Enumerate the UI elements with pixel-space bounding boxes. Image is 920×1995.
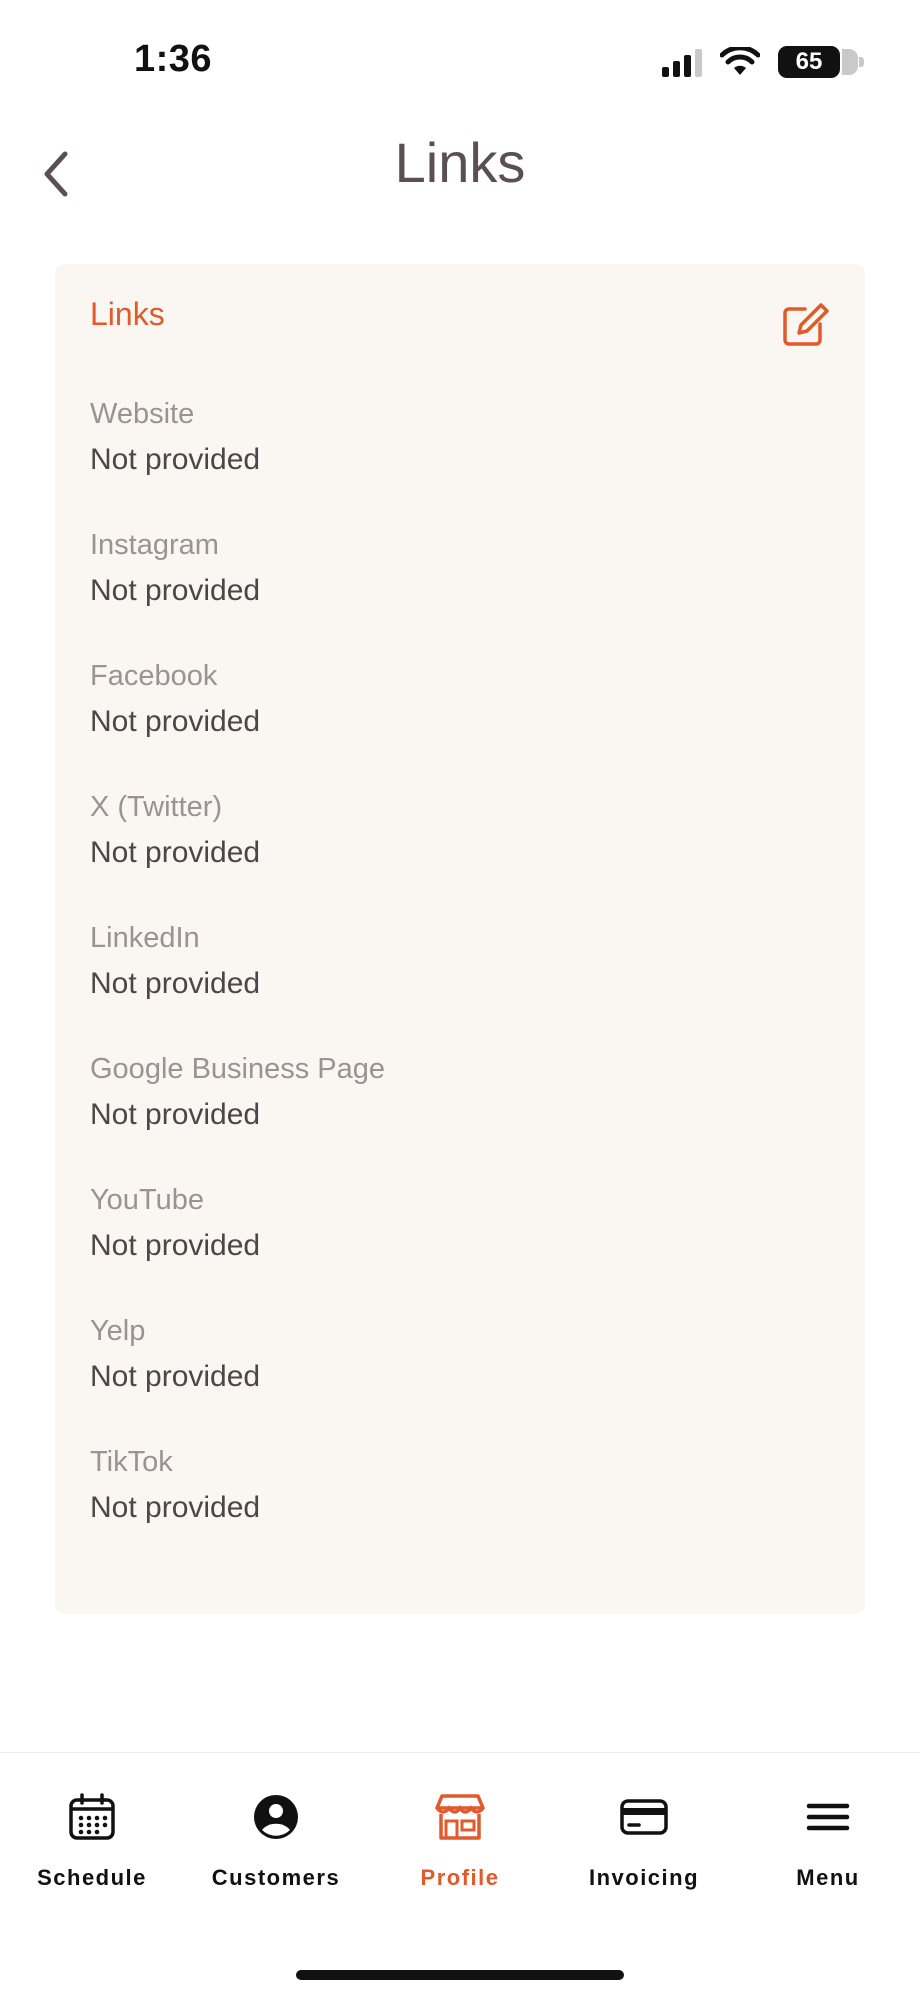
- link-item-yelp: Yelp Not provided: [90, 1313, 260, 1397]
- link-label: Yelp: [90, 1315, 146, 1347]
- tab-label: Menu: [796, 1865, 860, 1890]
- storefront-icon: [435, 1794, 485, 1840]
- link-item-youtube: YouTube Not provided: [90, 1182, 260, 1266]
- link-item-facebook: Facebook Not provided: [90, 658, 260, 742]
- tab-invoicing[interactable]: Invoicing: [552, 1789, 736, 1899]
- link-value: Not provided: [90, 1360, 261, 1393]
- link-item-linkedin: LinkedIn Not provided: [90, 920, 260, 1004]
- link-label: LinkedIn: [90, 922, 200, 954]
- tab-label: Customers: [211, 1865, 341, 1890]
- link-item-x-twitter: X (Twitter) Not provided: [90, 789, 260, 873]
- link-label: Instagram: [90, 529, 219, 561]
- credit-card-icon: [620, 1799, 668, 1835]
- tab-customers[interactable]: Customers: [184, 1789, 368, 1899]
- link-value: Not provided: [90, 1098, 261, 1131]
- link-item-tiktok: TikTok Not provided: [90, 1444, 260, 1528]
- link-label: Google Business Page: [90, 1053, 386, 1085]
- wifi-icon: [720, 47, 760, 75]
- link-value: Not provided: [90, 443, 261, 476]
- battery-level: 65: [795, 48, 823, 75]
- user-circle-icon: [254, 1795, 298, 1839]
- cellular-signal-icon: [662, 47, 702, 77]
- tab-label: Invoicing: [588, 1865, 700, 1890]
- links-card: Links Website Not provided Instagram Not…: [55, 264, 865, 1614]
- status-time: 1:36: [134, 38, 213, 80]
- tab-menu[interactable]: Menu: [736, 1789, 920, 1899]
- link-label: Facebook: [90, 660, 218, 692]
- link-value: Not provided: [90, 836, 261, 869]
- link-label: X (Twitter): [90, 791, 223, 823]
- link-value: Not provided: [90, 967, 261, 1000]
- tab-schedule[interactable]: Schedule: [0, 1789, 184, 1899]
- link-value: Not provided: [90, 574, 261, 607]
- link-item-website: Website Not provided: [90, 396, 260, 480]
- battery-icon: 65: [778, 46, 864, 78]
- link-label: Website: [90, 398, 195, 430]
- tab-profile[interactable]: Profile: [368, 1789, 552, 1899]
- link-item-google-business-page: Google Business Page Not provided: [90, 1051, 385, 1135]
- calendar-icon: [69, 1793, 115, 1840]
- link-value: Not provided: [90, 1491, 261, 1524]
- link-value: Not provided: [90, 1229, 261, 1262]
- link-item-instagram: Instagram Not provided: [90, 527, 260, 611]
- card-title: Links: [90, 296, 165, 332]
- bottom-tab-bar: Schedule Customers Profile Invoicing Men…: [0, 1752, 920, 1995]
- home-indicator: [296, 1970, 624, 1980]
- link-label: TikTok: [90, 1446, 173, 1478]
- page-title: Links: [394, 131, 526, 194]
- hamburger-menu-icon: [806, 1803, 850, 1831]
- link-value: Not provided: [90, 705, 261, 738]
- edit-button[interactable]: [779, 300, 829, 350]
- status-bar: 1:36 65: [0, 0, 920, 110]
- link-label: YouTube: [90, 1184, 204, 1216]
- tab-label: Schedule: [37, 1865, 147, 1890]
- edit-icon: [783, 303, 829, 346]
- tab-label: Profile: [420, 1865, 500, 1890]
- status-icons: 65: [662, 44, 864, 80]
